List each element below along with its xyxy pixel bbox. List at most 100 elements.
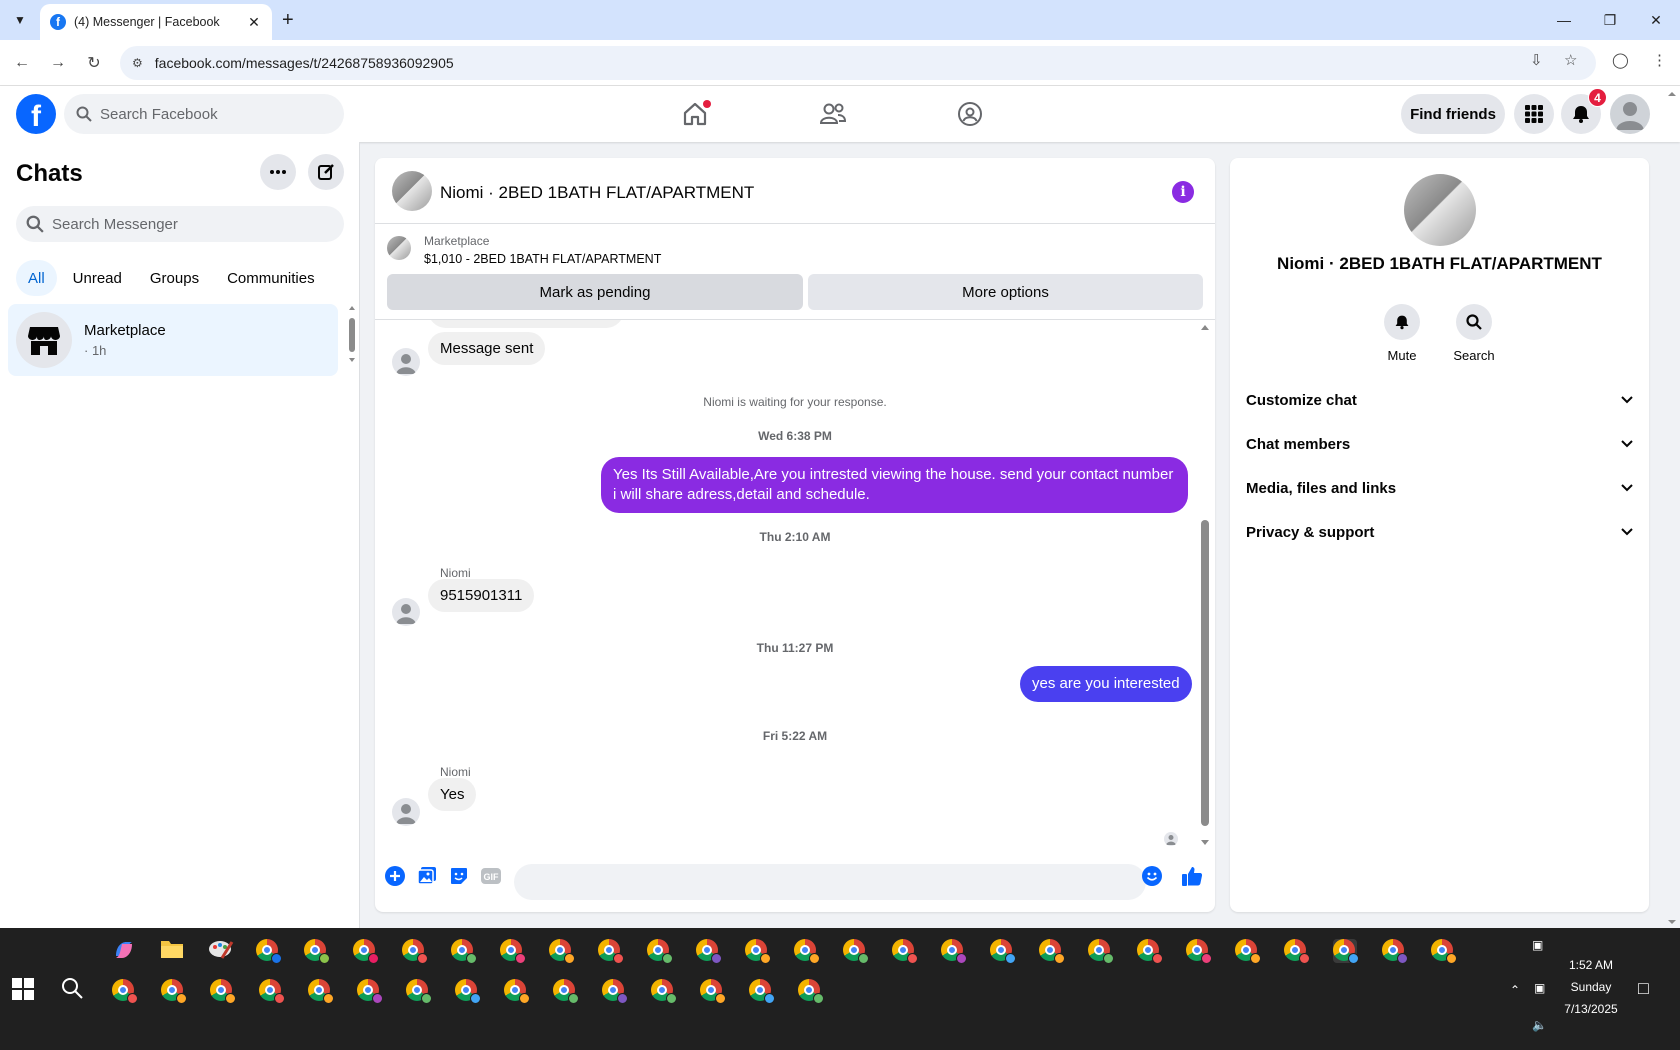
tray-chevron-up-icon[interactable]: ⌃	[1510, 983, 1520, 997]
chrome-profile-icon[interactable]	[112, 979, 138, 1004]
menu-grid-icon[interactable]	[1514, 94, 1554, 134]
clock-day[interactable]: Sunday	[1556, 980, 1626, 994]
bell-icon[interactable]	[1384, 304, 1420, 340]
chrome-profile-icon[interactable]	[696, 939, 722, 964]
message-input-box[interactable]	[514, 864, 1146, 900]
chrome-profile-icon[interactable]	[549, 939, 575, 964]
emoji-icon[interactable]	[1140, 864, 1164, 888]
new-message-icon[interactable]	[308, 154, 344, 190]
niomi-avatar[interactable]	[392, 798, 420, 826]
facebook-search[interactable]	[64, 94, 344, 134]
chrome-profile-icon[interactable]	[259, 979, 285, 1004]
browser-tab[interactable]: f (4) Messenger | Facebook ✕	[40, 4, 272, 40]
conversation-info-icon[interactable]: i	[1172, 181, 1194, 203]
gif-icon[interactable]: GIF	[479, 864, 503, 888]
install-app-icon[interactable]: ⇩	[1530, 51, 1543, 69]
copilot-icon[interactable]	[112, 938, 136, 962]
sidebar-scrollbar[interactable]	[346, 304, 358, 362]
volume-icon[interactable]: 🔈	[1532, 1018, 1547, 1032]
address-bar[interactable]: ⚙ facebook.com/messages/t/24268758936092…	[120, 46, 1596, 80]
search-action[interactable]: Search	[1444, 304, 1504, 363]
minimize-icon[interactable]: —	[1540, 0, 1588, 40]
chrome-profile-icon[interactable]	[700, 979, 726, 1004]
mark-as-pending-button[interactable]: Mark as pending	[387, 274, 803, 310]
info-avatar[interactable]	[1404, 174, 1476, 246]
chrome-profile-icon[interactable]	[843, 939, 869, 964]
chrome-profile-icon[interactable]	[500, 939, 526, 964]
chat-avatar[interactable]	[392, 171, 432, 211]
more-options-button[interactable]: More options	[808, 274, 1203, 310]
messenger-search[interactable]	[16, 206, 344, 242]
filter-unread[interactable]: Unread	[61, 260, 134, 296]
chrome-profile-icon[interactable]	[602, 979, 628, 1004]
chrome-profile-icon[interactable]	[651, 979, 677, 1004]
chrome-profile-icon[interactable]	[455, 979, 481, 1004]
messages-scrollbar[interactable]	[1198, 320, 1212, 850]
facebook-logo-icon[interactable]: f	[16, 94, 56, 134]
filter-groups[interactable]: Groups	[138, 260, 211, 296]
chrome-profile-icon[interactable]	[1382, 939, 1408, 964]
chrome-profile-icon[interactable]	[794, 939, 820, 964]
chrome-profile-icon[interactable]	[451, 939, 477, 964]
mute-action[interactable]: Mute	[1372, 304, 1432, 363]
chrome-profile-icon[interactable]	[161, 979, 187, 1004]
window-close-icon[interactable]: ✕	[1632, 0, 1680, 40]
chrome-profile-icon[interactable]	[598, 939, 624, 964]
search-icon[interactable]	[1456, 304, 1492, 340]
taskbar-search-icon[interactable]	[60, 976, 84, 1005]
plus-circle-icon[interactable]	[383, 864, 407, 888]
chrome-profile-icon[interactable]	[1039, 939, 1065, 964]
chrome-profile-icon[interactable]	[406, 979, 432, 1004]
conversation-item[interactable]: Marketplace · 1h	[8, 304, 338, 376]
forward-arrow-icon[interactable]: →	[46, 51, 70, 75]
friends-icon[interactable]	[811, 92, 855, 136]
chrome-profile-icon[interactable]	[504, 979, 530, 1004]
chrome-app-icon[interactable]	[256, 939, 282, 964]
incoming-message[interactable]: Yes	[428, 778, 477, 811]
listing-thumbnail[interactable]	[387, 236, 411, 260]
windows-start-icon[interactable]	[12, 978, 36, 1002]
thumbs-up-icon[interactable]	[1180, 864, 1204, 888]
chrome-profile-icon[interactable]	[357, 979, 383, 1004]
reload-icon[interactable]: ↻	[82, 51, 106, 75]
privacy-support-section[interactable]: Privacy & support	[1246, 510, 1633, 554]
chrome-profile-icon[interactable]	[1137, 939, 1163, 964]
outgoing-message[interactable]: Yes Its Still Available,Are you intreste…	[601, 457, 1188, 513]
chrome-profile-icon[interactable]	[1088, 939, 1114, 964]
message-input[interactable]	[514, 864, 1094, 900]
chrome-profile-icon[interactable]	[402, 939, 428, 964]
chrome-profile-icon[interactable]	[553, 979, 579, 1004]
chat-members-section[interactable]: Chat members	[1246, 422, 1633, 466]
notifications-bell-icon[interactable]: 4	[1561, 88, 1607, 134]
home-icon[interactable]	[673, 92, 717, 136]
outgoing-message[interactable]: yes are you interested	[1020, 666, 1192, 702]
niomi-avatar[interactable]	[392, 348, 420, 376]
chrome-profile-icon[interactable]	[1284, 939, 1310, 964]
messages-scrollbar-thumb[interactable]	[1201, 520, 1209, 826]
customize-chat-section[interactable]: Customize chat	[1246, 378, 1633, 422]
photo-gallery-icon[interactable]	[415, 864, 439, 888]
account-avatar[interactable]	[1610, 94, 1650, 134]
chrome-profile-icon[interactable]	[1186, 939, 1212, 964]
tab-close-icon[interactable]: ✕	[246, 14, 262, 31]
chrome-profile-icon[interactable]	[749, 979, 775, 1004]
chrome-profile-icon[interactable]	[990, 939, 1016, 964]
niomi-avatar[interactable]	[392, 598, 420, 626]
tab-search-chevron-icon[interactable]: ▼	[8, 8, 32, 32]
file-explorer-icon[interactable]	[160, 938, 184, 962]
page-scrollbar[interactable]	[1666, 90, 1678, 926]
paint-app-icon[interactable]	[208, 938, 234, 962]
site-info-icon[interactable]: ⚙	[132, 56, 143, 70]
new-tab-plus-icon[interactable]: +	[282, 8, 294, 32]
filter-all[interactable]: All	[16, 260, 57, 296]
facebook-search-input[interactable]	[100, 105, 300, 123]
chrome-profile-icon[interactable]	[647, 939, 673, 964]
chrome-profile-icon[interactable]	[210, 979, 236, 1004]
device-icon[interactable]: ▣	[1532, 938, 1543, 952]
chrome-profile-icon[interactable]	[353, 939, 379, 964]
notification-center-icon[interactable]: □	[1638, 978, 1649, 999]
find-friends-button[interactable]: Find friends	[1401, 94, 1505, 134]
clock-time[interactable]: 1:52 AM	[1556, 958, 1626, 972]
listing-price[interactable]: $1,010 - 2BED 1BATH FLAT/APARTMENT	[424, 252, 661, 266]
chrome-profile-icon[interactable]	[1235, 939, 1261, 964]
